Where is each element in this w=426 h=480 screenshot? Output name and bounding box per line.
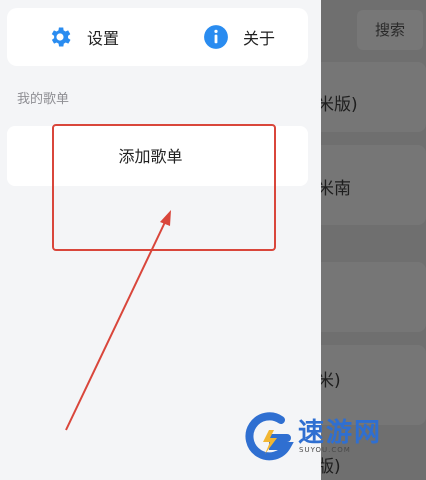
watermark-logo: 速游网 SUYOU.COM: [243, 410, 413, 470]
annotation-arrow: [65, 210, 171, 431]
watermark-icon: [245, 412, 294, 461]
watermark-text: 速游网: [298, 418, 383, 448]
watermark-subtext: SUYOU.COM: [299, 446, 351, 454]
